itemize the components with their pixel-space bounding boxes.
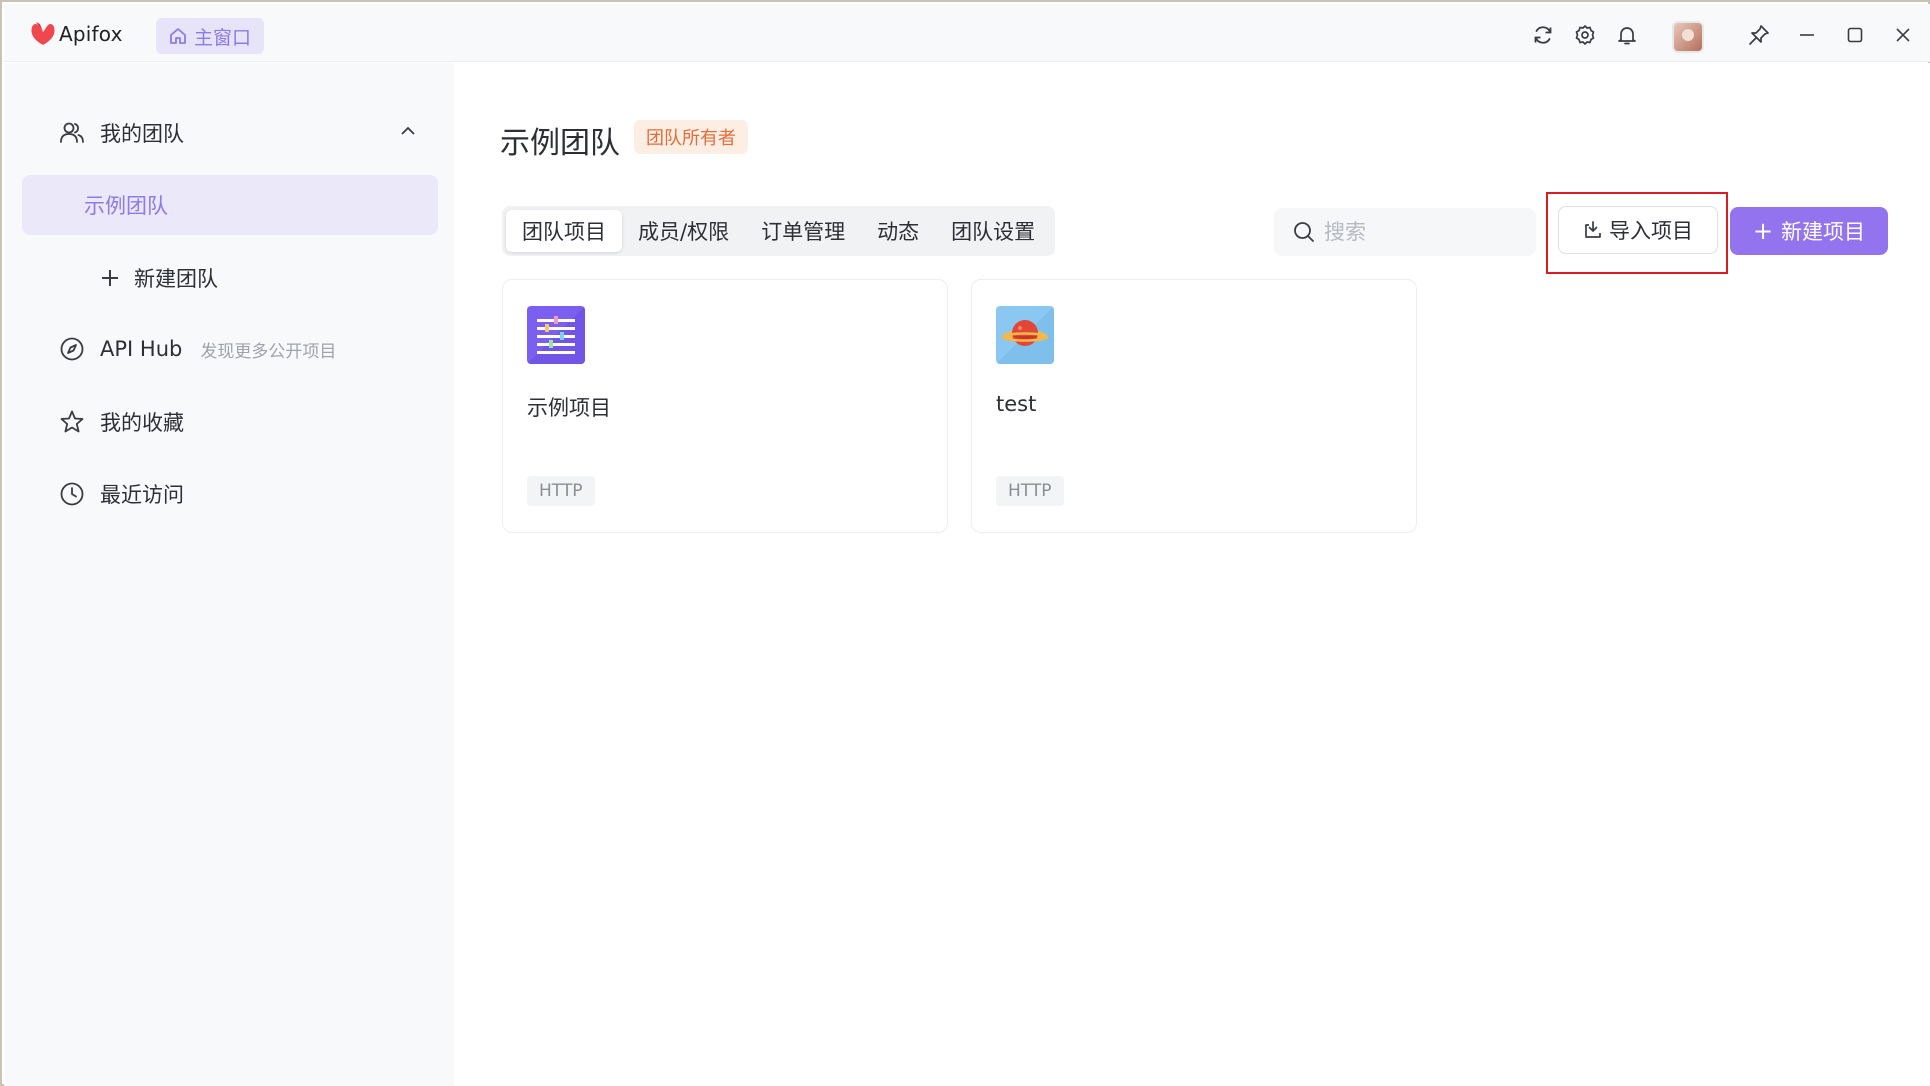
title-bar: Apifox 主窗口 [4,4,1930,62]
api-hub-description: 发现更多公开项目 [200,341,337,362]
tab-activity[interactable]: 动态 [861,210,935,252]
new-team-label: 新建团队 [134,267,218,291]
sidebar-item-label: 我的团队 [100,122,184,146]
new-project-label: 新建项目 [1781,220,1866,244]
home-tab[interactable]: 主窗口 [156,18,264,54]
tab-team-settings[interactable]: 团队设置 [935,210,1051,252]
settings-icon[interactable] [1572,22,1598,48]
owner-badge: 团队所有者 [634,120,748,154]
main-content: 示例团队 团队所有者 团队项目 成员/权限 订单管理 动态 团队设置 导入项目 … [454,63,1930,1086]
sidebar: 我的团队 示例团队 新建团队 API Hub 发现更多公开项目 我的收藏 最近访… [4,63,454,1086]
sidebar-item-label: 我的收藏 [100,411,184,435]
close-icon[interactable] [1890,22,1916,48]
project-name: 示例项目 [527,396,611,420]
project-card[interactable]: 示例项目 HTTP [502,279,948,533]
sidebar-item-example-team[interactable]: 示例团队 [22,175,438,235]
search-icon [1294,222,1314,242]
import-icon [1585,221,1601,238]
project-card[interactable]: test HTTP [971,279,1417,533]
sidebar-item-recent[interactable]: 最近访问 [58,479,184,509]
sidebar-item-favorites[interactable]: 我的收藏 [58,407,184,437]
import-project-label: 导入项目 [1609,219,1693,243]
tab-team-projects[interactable]: 团队项目 [506,210,622,252]
sync-icon[interactable] [1530,22,1556,48]
app-name: Apifox [59,22,123,46]
sidebar-item-my-teams[interactable]: 我的团队 [58,118,418,148]
clock-icon [58,480,86,508]
plus-icon [96,264,124,292]
minimize-icon[interactable] [1794,22,1820,48]
project-type-tag: HTTP [527,476,595,506]
team-tabs: 团队项目 成员/权限 订单管理 动态 团队设置 [502,206,1056,256]
compass-icon [58,335,86,363]
apifox-logo-icon [31,22,55,45]
search-box[interactable] [1274,208,1536,256]
app-logo: Apifox [30,22,123,46]
new-project-button[interactable]: + 新建项目 [1730,207,1888,255]
sidebar-item-api-hub[interactable]: API Hub 发现更多公开项目 [58,335,336,363]
tab-order-management[interactable]: 订单管理 [745,210,861,252]
list-project-icon [527,306,585,364]
star-icon [58,408,86,436]
search-input[interactable] [1324,220,1524,244]
maximize-icon[interactable] [1842,22,1868,48]
page-title: 示例团队 [500,126,620,161]
new-team-button[interactable]: 新建团队 [96,263,218,293]
import-project-button[interactable]: 导入项目 [1558,206,1718,254]
tab-members-permissions[interactable]: 成员/权限 [622,210,745,252]
app-window: Apifox 主窗口 我的团队 示例团队 新建团队 API Hub 发现更多公开… [0,0,1930,1086]
sidebar-item-label: 最近访问 [100,483,184,507]
project-type-tag: HTTP [996,476,1064,506]
sidebar-item-label: 示例团队 [84,194,168,218]
plus-icon: + [1752,217,1774,245]
chevron-up-icon[interactable] [398,121,418,146]
project-name: test [996,392,1037,416]
pin-icon[interactable] [1746,22,1772,48]
bell-icon[interactable] [1614,22,1640,48]
planet-project-icon [996,306,1054,364]
users-icon [58,119,86,147]
home-icon [170,28,186,44]
avatar[interactable] [1672,21,1704,53]
home-tab-label: 主窗口 [194,26,252,49]
sidebar-item-label: API Hub [100,337,183,361]
